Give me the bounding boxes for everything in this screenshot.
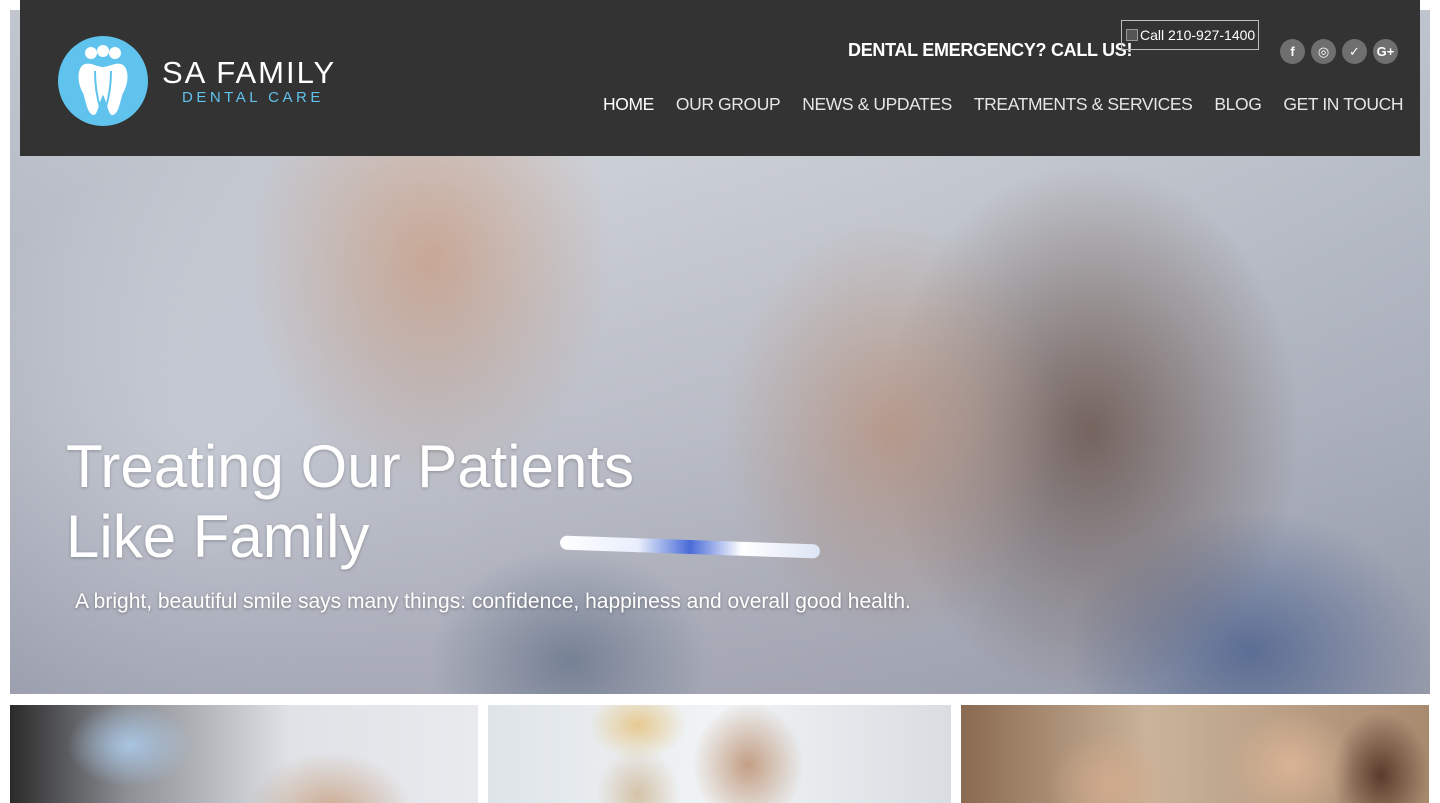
feature-card-image-2[interactable] <box>488 705 951 803</box>
instagram-icon[interactable]: ◎ <box>1311 39 1336 64</box>
main-nav: HOME OUR GROUP NEWS & UPDATES TREATMENTS… <box>603 94 1425 115</box>
nav-item-news-updates[interactable]: NEWS & UPDATES <box>802 94 952 115</box>
hero-title-line-2: Like Family <box>66 503 370 570</box>
logo-tagline: DENTAL CARE <box>182 89 324 106</box>
hero-subtitle: A bright, beautiful smile says many thin… <box>75 590 911 613</box>
feature-cards <box>0 705 1440 803</box>
hero-title: Treating Our Patients Like Family <box>66 432 766 572</box>
hero-title-line-1: Treating Our Patients <box>66 433 635 500</box>
broken-image-icon <box>1126 29 1138 41</box>
nav-item-blog[interactable]: BLOG <box>1214 94 1261 115</box>
social-links: f ◎ ✓ G+ <box>1280 39 1398 64</box>
nav-item-our-group[interactable]: OUR GROUP <box>676 94 781 115</box>
google-plus-icon[interactable]: G+ <box>1373 39 1398 64</box>
site-logo[interactable]: SA FAMILY DENTAL CARE <box>58 36 336 126</box>
twitter-icon[interactable]: ✓ <box>1342 39 1367 64</box>
call-button[interactable]: Call 210-927-1400 <box>1121 20 1259 50</box>
nav-item-get-in-touch[interactable]: GET IN TOUCH <box>1283 94 1403 115</box>
feature-card-image-1[interactable] <box>10 705 478 803</box>
site-header: SA FAMILY DENTAL CARE DENTAL EMERGENCY? … <box>20 0 1420 156</box>
emergency-text: DENTAL EMERGENCY? CALL US! <box>848 40 1133 60</box>
nav-item-home[interactable]: HOME <box>603 94 654 115</box>
logo-name: SA FAMILY <box>162 55 337 90</box>
nav-item-treatments-services[interactable]: TREATMENTS & SERVICES <box>974 94 1193 115</box>
tooth-family-icon <box>58 36 148 126</box>
facebook-icon[interactable]: f <box>1280 39 1305 64</box>
logo-text: SA FAMILY DENTAL CARE <box>162 56 336 106</box>
call-button-label: Call 210-927-1400 <box>1140 27 1256 43</box>
feature-card-image-3[interactable] <box>961 705 1429 803</box>
